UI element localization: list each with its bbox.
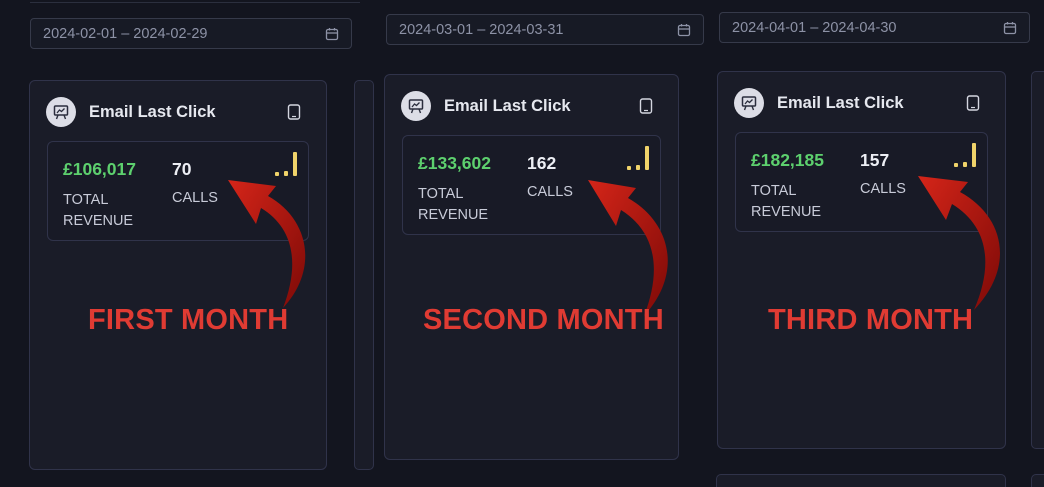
annotation-second-month: SECOND MONTH (423, 304, 664, 336)
arrow-second-month (588, 180, 668, 316)
arrow-first-month (228, 180, 306, 308)
annotation-arrows (228, 176, 1000, 316)
annotation-first-month: FIRST MONTH (88, 304, 289, 336)
arrow-third-month (918, 176, 1000, 310)
annotation-third-month: THIRD MONTH (768, 304, 974, 336)
dashboard-canvas: 2024-02-01 – 2024-02-29 2024-03-01 – 202… (0, 0, 1044, 487)
